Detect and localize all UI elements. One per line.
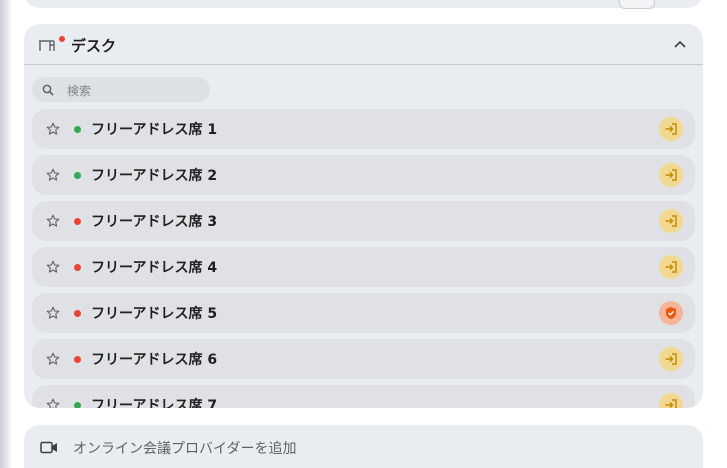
room-row[interactable]: フリーアドレス席 7	[32, 385, 695, 408]
chevron-up-icon[interactable]	[673, 38, 687, 50]
room-row[interactable]: フリーアドレス席 2	[32, 155, 695, 195]
star-outline-icon[interactable]	[46, 306, 60, 320]
room-row[interactable]: フリーアドレス席 4	[32, 247, 695, 287]
room-name: フリーアドレス席 2	[91, 168, 218, 184]
desk-panel: デスク フリーアドレス席 1フリーアドレス席 2フリーアドレス席 3フリーアドレ…	[24, 24, 703, 408]
background-window-edge	[0, 0, 12, 468]
room-name: フリーアドレス席 1	[91, 122, 218, 138]
search-box[interactable]	[32, 77, 210, 104]
room-name: フリーアドレス席 4	[91, 260, 218, 276]
desk-panel-header[interactable]: デスク	[24, 24, 703, 65]
room-row[interactable]: フリーアドレス席 3	[32, 201, 695, 241]
room-name: フリーアドレス席 6	[91, 352, 218, 368]
notification-dot	[59, 36, 65, 42]
shield-check-icon[interactable]	[659, 301, 683, 325]
room-name: フリーアドレス席 3	[91, 214, 218, 230]
star-outline-icon[interactable]	[46, 398, 60, 408]
search-icon	[42, 84, 54, 96]
enter-room-icon[interactable]	[659, 117, 683, 141]
enter-room-icon[interactable]	[659, 393, 683, 408]
status-dot	[74, 218, 81, 225]
status-dot	[74, 356, 81, 363]
status-dot	[74, 402, 81, 408]
status-dot	[74, 264, 81, 271]
add-conference-provider-label: オンライン会議プロバイダーを追加	[73, 441, 297, 457]
room-name: フリーアドレス席 5	[91, 306, 218, 322]
enter-room-icon[interactable]	[659, 347, 683, 371]
enter-room-icon[interactable]	[659, 255, 683, 279]
add-conference-provider-button[interactable]: オンライン会議プロバイダーを追加	[24, 425, 703, 468]
search-input[interactable]	[65, 77, 204, 104]
room-list: フリーアドレス席 1 フリーアドレス席 2 フリーアドレス席 3 フリーアドレス席 4…	[32, 109, 695, 408]
enter-room-icon[interactable]	[659, 209, 683, 233]
panel-title: デスク	[71, 37, 117, 55]
status-dot	[74, 126, 81, 133]
previous-section-card	[24, 0, 703, 9]
star-outline-icon[interactable]	[46, 214, 60, 228]
room-name: フリーアドレス席 7	[91, 398, 218, 408]
status-dot	[74, 310, 81, 317]
status-dot	[74, 172, 81, 179]
desk-icon	[39, 40, 55, 51]
room-row[interactable]: フリーアドレス席 1	[32, 109, 695, 149]
room-row[interactable]: フリーアドレス席 6	[32, 339, 695, 379]
room-row[interactable]: フリーアドレス席 5	[32, 293, 695, 333]
star-outline-icon[interactable]	[46, 168, 60, 182]
video-camera-icon	[40, 441, 57, 454]
star-outline-icon[interactable]	[46, 260, 60, 274]
star-outline-icon[interactable]	[46, 352, 60, 366]
previous-section-control[interactable]	[619, 0, 655, 9]
enter-room-icon[interactable]	[659, 163, 683, 187]
star-outline-icon[interactable]	[46, 122, 60, 136]
